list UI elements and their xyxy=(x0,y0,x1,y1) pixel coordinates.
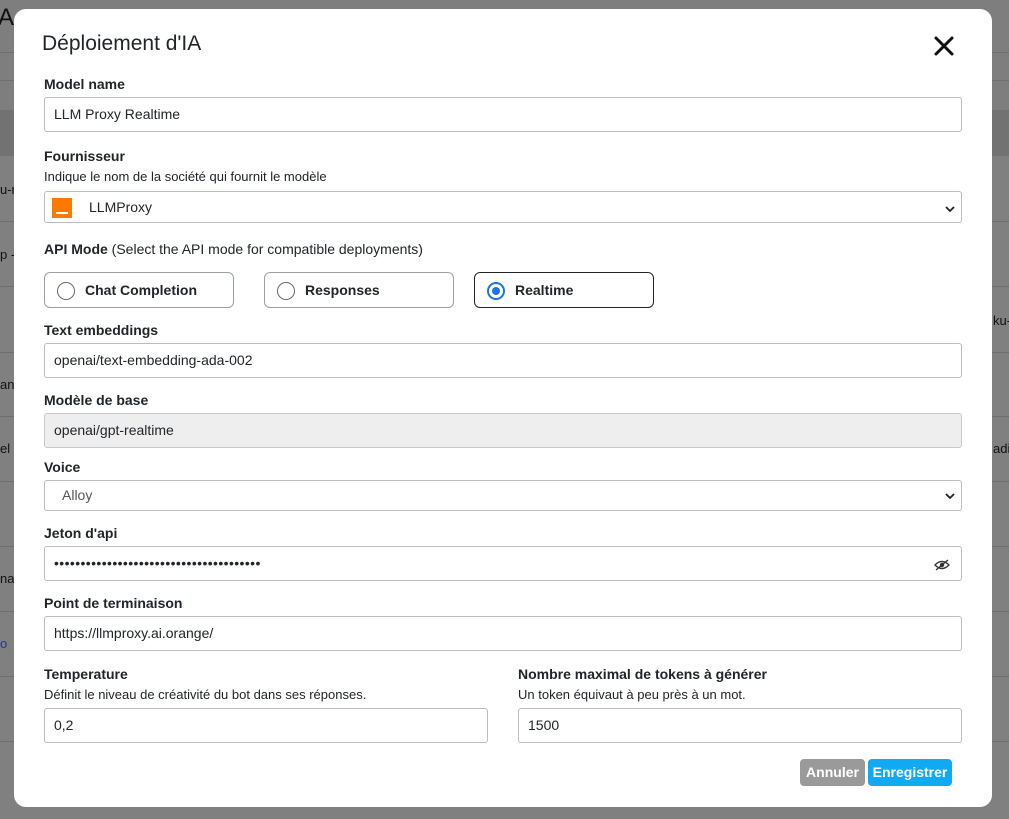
background-text: o xyxy=(0,636,8,651)
max-tokens-hint: Un token équivaut à peu près à un mot. xyxy=(518,687,746,702)
model-name-label: Model name xyxy=(44,76,125,92)
api-token-input[interactable]: ••••••••••••••••••••••••••••••••••••••• xyxy=(44,546,962,581)
api-mode-option-chat-completion[interactable]: Chat Completion xyxy=(44,272,234,308)
api-mode-hint: (Select the API mode for compatible depl… xyxy=(111,241,423,257)
radio-button[interactable] xyxy=(57,282,75,300)
provider-select[interactable]: LLMProxy xyxy=(44,191,962,223)
close-icon[interactable] xyxy=(932,34,956,58)
background-text: adi xyxy=(993,441,1009,456)
chevron-down-icon xyxy=(945,493,955,500)
background-text: na xyxy=(0,571,15,586)
cancel-button[interactable]: Annuler xyxy=(800,759,865,786)
background-text: p - xyxy=(0,247,16,262)
voice-label: Voice xyxy=(44,459,81,475)
api-mode-label: API Mode (Select the API mode for compat… xyxy=(44,241,423,257)
max-tokens-input[interactable]: 1500 xyxy=(518,708,962,743)
api-token-value: ••••••••••••••••••••••••••••••••••••••• xyxy=(54,555,261,571)
radio-button[interactable] xyxy=(277,282,295,300)
provider-select-value: LLMProxy xyxy=(89,199,153,215)
modal-title: Déploiement d'IA xyxy=(42,32,202,55)
save-button[interactable]: Enregistrer xyxy=(868,759,952,786)
ai-deployment-modal: Déploiement d'IA Model name LLM Proxy Re… xyxy=(14,9,992,807)
provider-label: Fournisseur xyxy=(44,148,125,164)
endpoint-label: Point de terminaison xyxy=(44,595,183,611)
provider-hint: Indique le nom de la société qui fournit… xyxy=(44,169,327,184)
temperature-hint: Définit le niveau de créativité du bot d… xyxy=(44,687,367,702)
base-model-input: openai/gpt-realtime xyxy=(44,413,962,448)
background-text: el xyxy=(0,441,11,456)
voice-select[interactable]: Alloy xyxy=(44,480,962,511)
radio-button-selected[interactable] xyxy=(487,282,505,300)
background-title: A xyxy=(0,4,15,31)
radio-label: Responses xyxy=(305,282,380,298)
temperature-input[interactable]: 0,2 xyxy=(44,708,488,743)
api-mode-label-text: API Mode xyxy=(44,241,108,257)
endpoint-input[interactable]: https://llmproxy.ai.orange/ xyxy=(44,616,962,651)
text-embeddings-label: Text embeddings xyxy=(44,322,159,338)
api-mode-option-realtime[interactable]: Realtime xyxy=(474,272,654,308)
temperature-label: Temperature xyxy=(44,666,128,682)
voice-select-value: Alloy xyxy=(62,487,93,503)
background-text: ku- xyxy=(993,313,1009,328)
provider-logo-icon xyxy=(52,198,72,218)
eye-slash-icon[interactable] xyxy=(934,559,950,571)
api-token-label: Jeton d'api xyxy=(44,525,118,541)
max-tokens-label: Nombre maximal de tokens à générer xyxy=(518,666,767,682)
radio-label: Realtime xyxy=(515,282,574,298)
text-embeddings-input[interactable]: openai/text-embedding-ada-002 xyxy=(44,343,962,378)
chevron-down-icon xyxy=(945,206,955,213)
radio-label: Chat Completion xyxy=(85,282,197,298)
api-mode-option-responses[interactable]: Responses xyxy=(264,272,454,308)
base-model-label: Modèle de base xyxy=(44,392,149,408)
model-name-input[interactable]: LLM Proxy Realtime xyxy=(44,97,962,132)
